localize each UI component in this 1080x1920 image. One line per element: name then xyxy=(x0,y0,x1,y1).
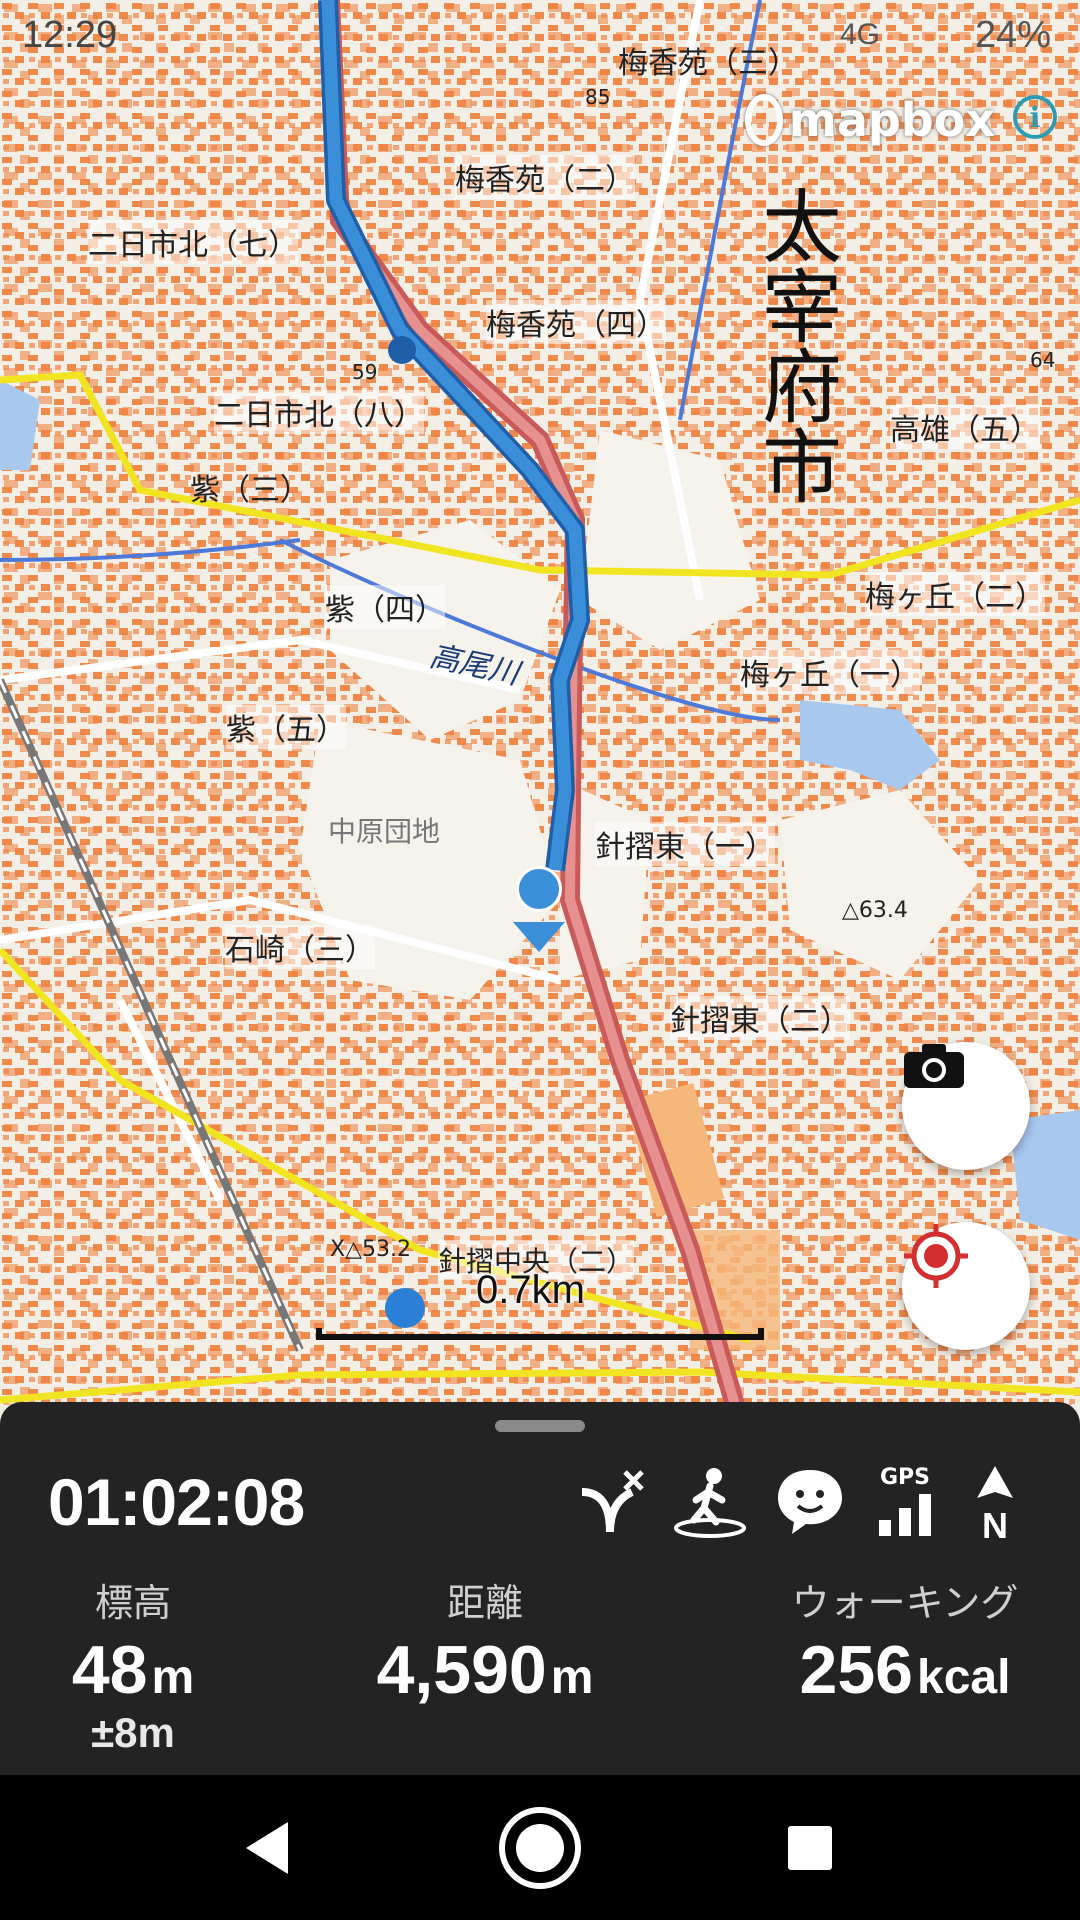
altitude-value: 48 xyxy=(71,1632,148,1708)
tracking-panel: 01:02:08 GPS N 標高 48m ±8m 距離 4,590m ウォーキ… xyxy=(0,1402,1080,1775)
back-button[interactable] xyxy=(222,1803,312,1893)
activity-label: ウォーキング xyxy=(791,1581,1019,1625)
altitude-accuracy: ±8m xyxy=(91,1709,175,1756)
svg-text:N: N xyxy=(982,1505,1008,1542)
current-location-icon xyxy=(516,866,562,912)
mapbox-attribution: mapbox i xyxy=(745,85,1057,155)
map-label: 石崎（三） xyxy=(225,925,375,969)
map-label: 紫（四） xyxy=(325,585,445,629)
recents-icon xyxy=(788,1826,832,1870)
map-label: 二日市北（八） xyxy=(214,390,424,434)
scale-label: 0.7km xyxy=(476,1268,585,1312)
home-icon xyxy=(499,1807,581,1889)
map-label: 中原団地 xyxy=(328,815,441,848)
compass-north-icon[interactable]: N xyxy=(955,1462,1035,1542)
distance-unit: m xyxy=(550,1651,594,1704)
back-icon xyxy=(246,1822,288,1874)
comment-icon[interactable] xyxy=(770,1462,850,1542)
map-label: 梅香苑（四） xyxy=(486,300,666,344)
map-label: 梅香苑（三） xyxy=(618,46,798,81)
system-nav-bar xyxy=(0,1775,1080,1920)
drag-handle[interactable] xyxy=(495,1420,585,1432)
route-off-icon[interactable] xyxy=(570,1462,650,1542)
calorie-value: 256 xyxy=(799,1632,914,1708)
map-label: 梅ヶ丘（二） xyxy=(865,572,1045,616)
map-label: 紫（五） xyxy=(226,705,346,749)
camera-button[interactable] xyxy=(902,1042,1030,1170)
elapsed-timer: 01:02:08 xyxy=(48,1465,305,1539)
map-canvas xyxy=(0,0,1080,1405)
map-label: 針摺東（二） xyxy=(670,996,850,1040)
map-label: 二日市北（七） xyxy=(88,220,298,264)
target-icon xyxy=(904,1224,968,1288)
distance-label: 距離 xyxy=(446,1581,523,1625)
mapbox-logo: mapbox xyxy=(745,85,995,155)
altitude-unit: m xyxy=(151,1651,195,1704)
altitude-stat: 標高 48m ±8m xyxy=(58,1572,208,1757)
map-label: 85 xyxy=(585,85,611,109)
calorie-unit: kcal xyxy=(917,1651,1011,1704)
calorie-stat: ウォーキング 256kcal xyxy=(770,1572,1040,1709)
map-label: 64 xyxy=(1030,348,1056,372)
recents-button[interactable] xyxy=(765,1803,855,1893)
map-scale: 0.7km xyxy=(316,1268,764,1340)
map-label-dazaifu: 太宰府市 xyxy=(749,185,842,505)
walking-icon[interactable] xyxy=(670,1462,750,1542)
svg-text:GPS: GPS xyxy=(880,1465,930,1490)
gps-signal-icon: GPS xyxy=(879,1465,931,1536)
locate-button[interactable] xyxy=(902,1222,1030,1350)
map-label: 梅ヶ丘（一） xyxy=(740,650,920,694)
distance-stat: 距離 4,590m xyxy=(350,1572,620,1709)
heading-arrow-icon xyxy=(513,922,565,952)
map-label: 梅香苑（二） xyxy=(455,155,635,199)
map-label: 紫（三） xyxy=(190,473,310,508)
distance-value: 4,590 xyxy=(376,1632,547,1708)
map-label: 59 xyxy=(352,360,378,384)
map-label: X△53.2 xyxy=(330,1237,411,1262)
info-icon[interactable]: i xyxy=(1013,95,1057,139)
map-view[interactable]: 太宰府市 梅香苑（二） 梅香苑（三） 梅香苑（四） 二日市北（七） 二日市北（八… xyxy=(0,0,1080,1405)
altitude-label: 標高 xyxy=(94,1581,171,1625)
map-label: 針摺東（一） xyxy=(595,822,775,866)
home-button[interactable] xyxy=(495,1803,585,1893)
map-label: △63.4 xyxy=(842,898,908,923)
camera-icon xyxy=(904,1044,964,1088)
status-icons: GPS N xyxy=(570,1462,1030,1552)
map-label: 高雄（五） xyxy=(890,405,1040,449)
